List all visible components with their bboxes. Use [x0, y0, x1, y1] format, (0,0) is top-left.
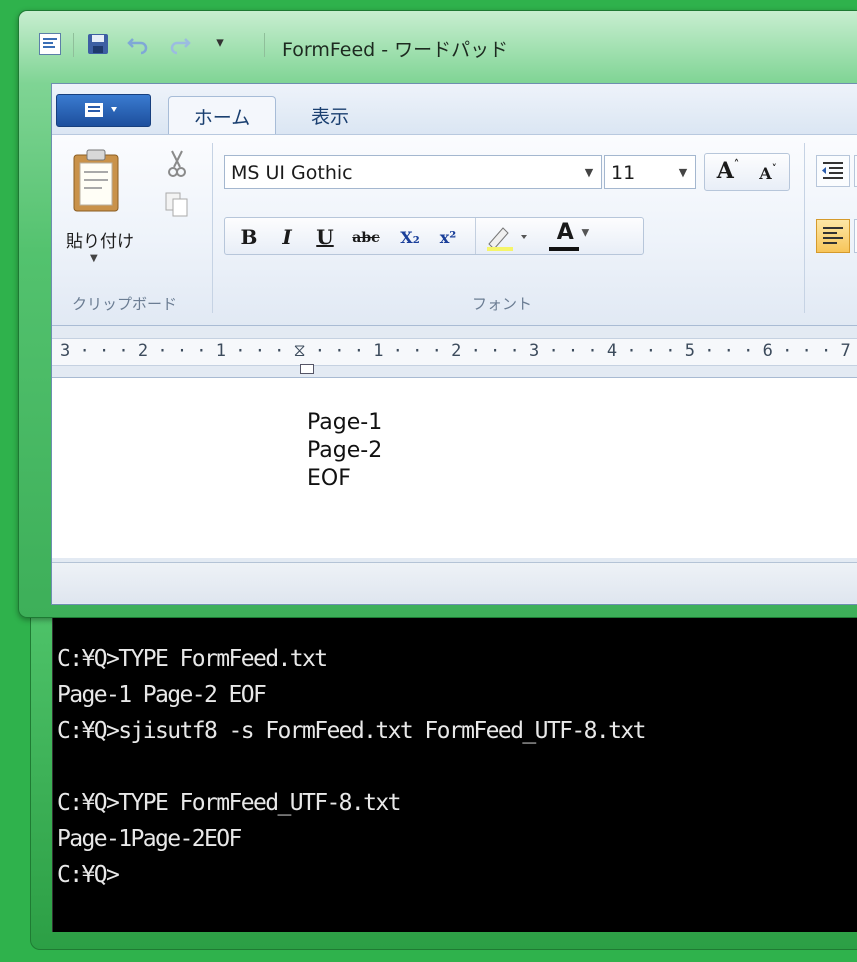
- copy-icon[interactable]: [164, 191, 190, 219]
- highlight-color-button[interactable]: [483, 222, 535, 256]
- font-color-dropdown-icon[interactable]: ▼: [582, 228, 590, 239]
- group-separator: [804, 143, 805, 313]
- tab-home[interactable]: ホーム: [168, 96, 276, 134]
- group-separator: [212, 143, 213, 313]
- console-line: C:¥Q>sjisutf8 -s FormFeed.txt FormFeed_U…: [57, 718, 646, 744]
- toolbar-separator: [264, 33, 265, 57]
- wordpad-window: ▾ FormFeed - ワードパッド ホーム 表示 貼り付け ▼ クリップボー…: [18, 10, 857, 618]
- document-area[interactable]: Page-1 Page-2 EOF: [52, 377, 857, 558]
- document-line: EOF: [307, 466, 351, 491]
- ruler[interactable]: 3 · · · 2 · · · 1 · · · ⧖ · · · 1 · · · …: [52, 330, 857, 374]
- indent-marker[interactable]: [300, 364, 314, 374]
- clipboard-group-label: クリップボード: [72, 295, 178, 313]
- redo-icon[interactable]: [169, 33, 191, 55]
- tab-view[interactable]: 表示: [292, 96, 368, 134]
- superscript-button[interactable]: x²: [431, 222, 465, 256]
- ruler-scale: 3 · · · 2 · · · 1 · · · ⧖ · · · 1 · · · …: [60, 341, 857, 361]
- ribbon-tab-row: ホーム 表示: [52, 84, 857, 134]
- document-line: Page-1: [307, 410, 383, 435]
- font-resize-group: A˄ A˅: [704, 153, 790, 191]
- ribbon-panel: 貼り付け ▼ クリップボード MS UI Gothic ▼ 11 ▼ A˄ A˅…: [52, 134, 857, 326]
- strikethrough-button[interactable]: abc: [345, 222, 387, 256]
- font-group-label: フォント: [472, 295, 533, 313]
- customize-quick-access-icon[interactable]: ▾: [209, 33, 231, 55]
- console-line: Page-1Page-2EOF: [57, 826, 242, 852]
- ruler-strip: 3 · · · 2 · · · 1 · · · ⧖ · · · 1 · · · …: [52, 338, 857, 366]
- title-bar[interactable]: ▾ FormFeed - ワードパッド: [19, 11, 857, 71]
- highlighter-icon: [487, 227, 527, 251]
- bold-button[interactable]: B: [233, 222, 265, 256]
- grow-font-button[interactable]: A˄: [709, 156, 747, 190]
- button-divider: [475, 218, 476, 254]
- console-line: C:¥Q>TYPE FormFeed.txt: [57, 646, 328, 672]
- paste-icon[interactable]: [70, 147, 124, 213]
- wordpad-client-area: ホーム 表示 貼り付け ▼ クリップボード MS UI Gothic ▼ 11 …: [51, 83, 857, 605]
- grow-font-label: A: [716, 158, 734, 184]
- toolbar-separator: [73, 33, 74, 57]
- italic-button[interactable]: I: [271, 222, 303, 256]
- decrease-indent-icon[interactable]: [816, 155, 850, 187]
- font-size-combo[interactable]: 11 ▼: [604, 155, 696, 189]
- paste-dropdown-icon[interactable]: ▼: [90, 253, 98, 264]
- font-color-label: A: [556, 220, 574, 245]
- font-name-value: MS UI Gothic: [231, 162, 353, 184]
- wordpad-app-icon[interactable]: [39, 33, 61, 55]
- shrink-font-button[interactable]: A˅: [749, 156, 787, 190]
- app-menu-icon: [85, 103, 117, 117]
- save-icon[interactable]: [87, 33, 109, 55]
- cut-icon[interactable]: [164, 149, 190, 179]
- console-line: C:¥Q>: [57, 862, 120, 888]
- console-line: Page-1 Page-2 EOF: [57, 682, 267, 708]
- font-size-dropdown-icon[interactable]: ▼: [671, 156, 695, 188]
- status-bar: [52, 562, 857, 603]
- console-line: C:¥Q>TYPE FormFeed_UTF-8.txt: [57, 790, 402, 816]
- font-name-dropdown-icon[interactable]: ▼: [577, 156, 601, 188]
- subscript-button[interactable]: X₂: [393, 222, 427, 256]
- font-name-combo[interactable]: MS UI Gothic ▼: [224, 155, 602, 189]
- document-line: Page-2: [307, 438, 383, 463]
- align-left-icon[interactable]: [816, 219, 850, 253]
- shrink-font-label: A: [759, 164, 772, 183]
- font-size-value: 11: [611, 162, 636, 184]
- font-color-swatch: [549, 247, 579, 251]
- window-title: FormFeed - ワードパッド: [282, 39, 509, 61]
- undo-icon[interactable]: [127, 33, 149, 55]
- font-color-button[interactable]: A ▼: [543, 220, 603, 254]
- console-output[interactable]: C:¥Q>TYPE FormFeed.txt Page-1 Page-2 EOF…: [52, 615, 857, 932]
- underline-button[interactable]: U: [309, 222, 341, 256]
- font-style-group: B I U abc X₂ x² A ▼: [224, 217, 644, 255]
- app-menu-button[interactable]: [56, 94, 151, 127]
- paste-button[interactable]: 貼り付け: [66, 227, 134, 252]
